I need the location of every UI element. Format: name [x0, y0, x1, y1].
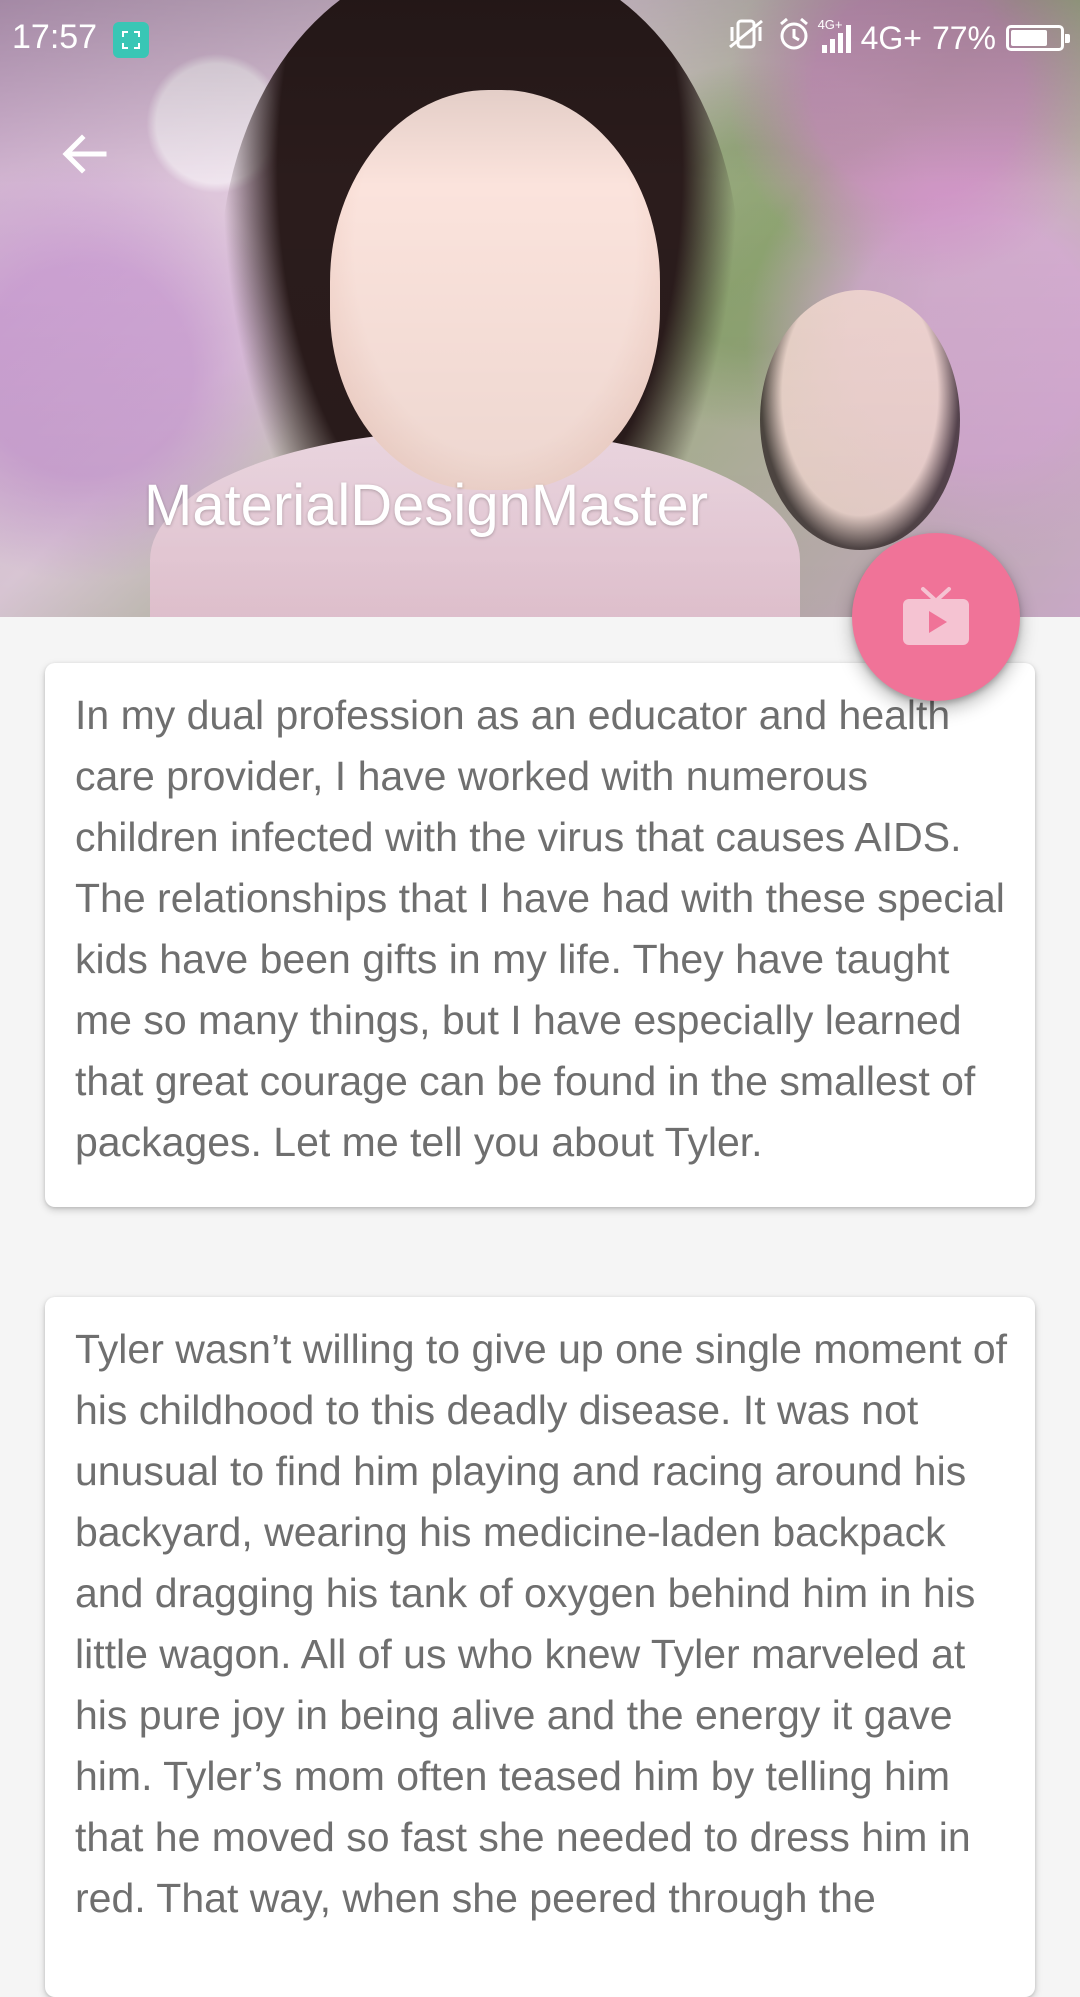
alarm-icon	[776, 16, 812, 60]
toolbar-title: MaterialDesignMaster	[144, 473, 709, 538]
battery-icon	[1006, 25, 1070, 51]
status-right-group: 4G+ 4G+ 77%	[726, 16, 1070, 60]
battery-percent: 77%	[931, 19, 996, 56]
network-small-label: 4G+	[817, 17, 843, 32]
arrow-back-icon	[62, 134, 107, 174]
screen-recorder-icon	[113, 22, 149, 58]
signal-icon: 4G+	[818, 17, 851, 53]
battery-level-fill	[1011, 30, 1048, 46]
story-card-text: Tyler wasn’t willing to give up one sing…	[75, 1326, 1008, 1921]
back-button[interactable]	[48, 118, 120, 190]
video-play-icon	[903, 587, 969, 645]
story-card: In my dual profession as an educator and…	[45, 663, 1035, 1207]
network-type: 4G+	[860, 19, 922, 56]
status-time: 17:57	[12, 18, 98, 56]
vibrate-off-icon	[726, 17, 766, 59]
story-card-text: In my dual profession as an educator and…	[75, 692, 1005, 1165]
story-card: Tyler wasn’t willing to give up one sing…	[45, 1297, 1035, 1997]
status-bar: 17:57 4G+ 4G+ 77%	[0, 0, 1080, 75]
play-video-fab[interactable]	[852, 533, 1020, 701]
